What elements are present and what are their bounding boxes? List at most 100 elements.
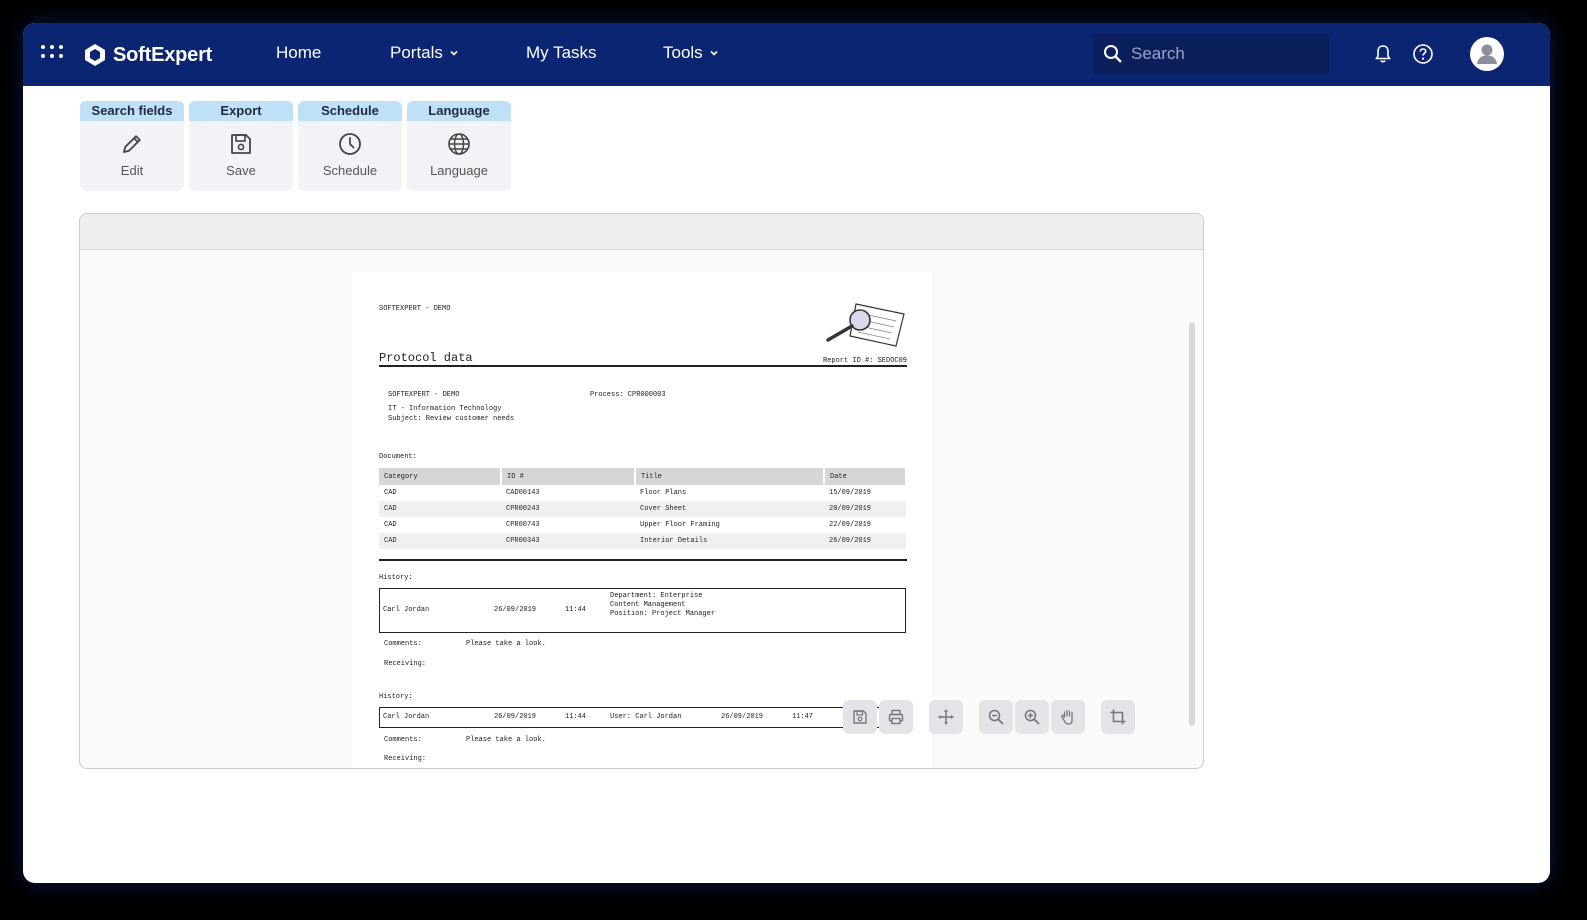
toolbar-schedule-button[interactable]: Schedule Schedule <box>298 101 402 191</box>
report-title: Protocol data <box>379 351 473 365</box>
history-date: 26/09/2019 <box>494 606 537 614</box>
report-org-unit: IT - Information Technology <box>388 405 502 413</box>
table-cell: CAD <box>379 533 501 549</box>
table-cell: Cover Sheet <box>635 501 824 517</box>
nav-my-tasks[interactable]: My Tasks <box>526 43 597 63</box>
history-comments-label: Comments: <box>384 640 422 648</box>
toolbar-edit-button[interactable]: Search fields Edit <box>80 101 184 191</box>
user-icon <box>1477 44 1497 64</box>
report-viewer: SOFTEXPERT - DEMO Protocol data Report I… <box>79 213 1204 769</box>
viewer-save-button[interactable] <box>843 700 877 734</box>
history-user: Carl Jordan <box>383 713 430 721</box>
viewer-pan-button[interactable] <box>1051 700 1085 734</box>
viewer-header <box>80 214 1203 250</box>
toolbar-save-button[interactable]: Export Save <box>189 101 293 191</box>
viewer-scrollbar[interactable] <box>1189 322 1195 726</box>
table-cell: Floor Plans <box>640 489 687 497</box>
report-page: SOFTEXPERT - DEMO Protocol data Report I… <box>352 272 932 768</box>
brand[interactable]: SoftExpert <box>83 41 212 69</box>
table-cell: CPR00743 <box>506 521 540 529</box>
print-icon <box>888 709 904 725</box>
history-comments: Please take a look. <box>466 736 546 744</box>
column-header-date: Date <box>824 468 907 485</box>
history-receiving-label: Receiving: <box>384 755 427 763</box>
table-cell: CAD00143 <box>506 489 540 497</box>
report-documents-label: Document: <box>379 453 417 461</box>
history-label: History: <box>379 574 413 582</box>
app-launcher-icon[interactable] <box>41 45 65 63</box>
history-user: Carl Jordan <box>383 606 430 614</box>
history-target-time: 11:47 <box>792 713 814 721</box>
help-icon[interactable] <box>1412 43 1434 65</box>
report-org-company: SOFTEXPERT - DEMO <box>388 391 460 399</box>
documents-table-header-row: Category ID # Title Date <box>379 468 907 485</box>
hand-icon <box>1061 709 1073 725</box>
viewer-zoom-out-button[interactable] <box>979 700 1013 734</box>
table-cell: CAD <box>384 521 397 529</box>
zoom-out-icon <box>988 709 1004 725</box>
viewer-move-button[interactable] <box>929 700 963 734</box>
report-subject: Subject: Review customer needs <box>388 415 515 423</box>
documents-table: Category ID # Title Date CAD CAD00143 Fl… <box>379 468 907 549</box>
table-row: CAD CPR00343 Interior Details 26/09/2019 <box>379 533 906 549</box>
search-input[interactable] <box>1131 44 1311 64</box>
report-id: Report ID #: SEDOC09 <box>822 357 907 365</box>
documents-bottom-rule <box>379 559 907 561</box>
table-cell: Interior Details <box>635 533 824 549</box>
table-cell: 26/09/2019 <box>824 533 906 549</box>
report-toolbar: Search fields Edit Export Save Schedule … <box>80 101 511 191</box>
history-position: Position: Project Manager <box>610 610 716 618</box>
viewer-zoom-in-button[interactable] <box>1015 700 1049 734</box>
table-cell: CAD <box>379 501 501 517</box>
bell-icon[interactable] <box>1372 43 1394 65</box>
history-entry-box: Carl Jordan 26/09/2019 11:44 Department:… <box>379 588 906 633</box>
zoom-in-icon <box>1024 709 1040 725</box>
table-row: CAD CPR00743 Upper Floor Framing 22/09/2… <box>379 517 906 533</box>
history-label: History: <box>379 693 413 701</box>
viewer-print-button[interactable] <box>879 700 913 734</box>
toolbar-group-title: Export <box>189 101 293 121</box>
chevron-down-icon <box>450 50 458 56</box>
column-header-title: Title <box>635 468 825 485</box>
move-icon <box>938 709 954 725</box>
table-row: CAD CPR00243 Cover Sheet 20/09/2019 <box>379 501 906 517</box>
toolbar-group-title: Schedule <box>298 101 402 121</box>
crop-icon <box>1110 709 1126 725</box>
toolbar-button-label: Save <box>226 163 256 178</box>
search-box <box>1093 34 1329 74</box>
table-cell: Upper Floor Framing <box>640 521 720 529</box>
report-company: SOFTEXPERT - DEMO <box>379 305 451 313</box>
column-header-id: ID # <box>501 468 636 485</box>
clock-icon <box>339 133 361 155</box>
softexpert-logo-icon <box>85 44 105 66</box>
user-avatar[interactable] <box>1470 37 1504 71</box>
nav-portals[interactable]: Portals <box>390 43 459 63</box>
viewer-crop-button[interactable] <box>1101 700 1135 734</box>
history-date: 26/09/2019 <box>494 713 537 721</box>
report-process: Process: CPR000003 <box>590 391 666 399</box>
history-time: 11:44 <box>565 713 587 721</box>
chevron-down-icon <box>710 50 718 56</box>
column-header-category: Category <box>379 468 502 485</box>
toolbar-group-title: Language <box>407 101 511 121</box>
toolbar-button-label: Language <box>430 163 488 178</box>
history-target-user: User: Carl Jordan <box>610 713 682 721</box>
nav-tools[interactable]: Tools <box>663 43 719 63</box>
toolbar-button-label: Edit <box>120 163 144 178</box>
nav-tools-label: Tools <box>663 43 703 62</box>
history-area: Content Management <box>610 601 686 609</box>
table-cell: CPR00343 <box>501 533 635 549</box>
nav-home[interactable]: Home <box>276 43 321 63</box>
globe-icon <box>448 133 470 155</box>
history-comments: Please take a look. <box>466 640 546 648</box>
toolbar-button-label: Schedule <box>322 163 378 178</box>
save-icon <box>853 710 867 724</box>
report-magnifier-logo-icon <box>826 303 905 347</box>
table-cell: 15/09/2019 <box>829 489 872 497</box>
table-cell: CAD <box>384 489 397 497</box>
table-row: CAD CAD00143 Floor Plans 15/09/2019 <box>379 485 906 501</box>
toolbar-language-button[interactable]: Language Language <box>407 101 511 191</box>
nav-portals-label: Portals <box>390 43 443 62</box>
report-title-rule <box>379 365 907 367</box>
history-comments-label: Comments: <box>384 736 422 744</box>
